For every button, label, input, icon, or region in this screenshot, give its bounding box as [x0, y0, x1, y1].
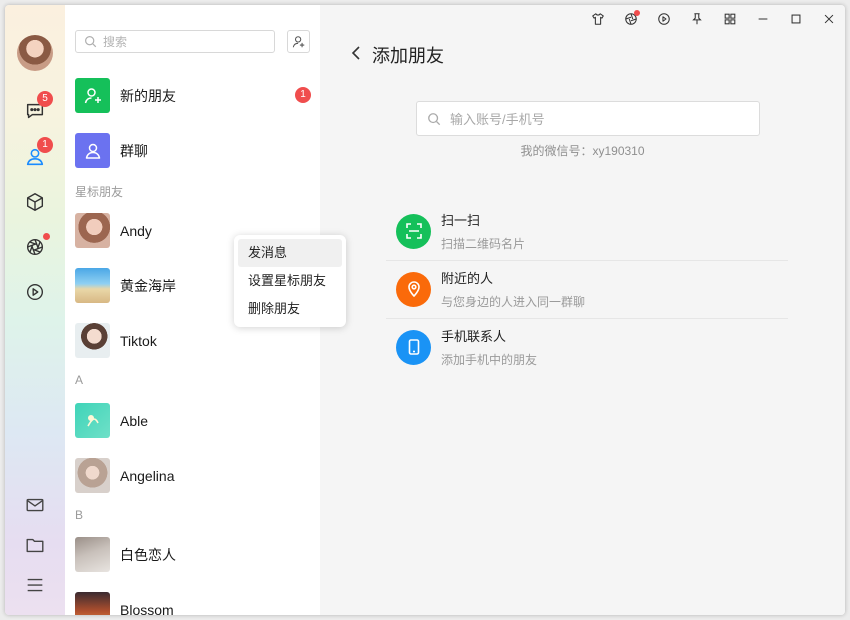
option-subtitle: 与您身边的人进入同一群聊 — [441, 295, 586, 309]
chat-icon[interactable]: 5 — [23, 91, 53, 123]
option-scan[interactable]: 扫一扫 扫描二维码名片 — [386, 202, 788, 261]
menu-send-message[interactable]: 发消息 — [238, 239, 342, 267]
account-search-placeholder: 输入账号/手机号 — [450, 112, 545, 127]
moments-dot — [634, 10, 640, 16]
cube-icon[interactable] — [23, 190, 47, 214]
video-icon[interactable] — [23, 280, 47, 304]
contact-name: 白色恋人 — [120, 546, 176, 563]
new-friends-badge: 1 — [295, 87, 311, 103]
search-icon — [85, 36, 97, 48]
skin-icon[interactable] — [581, 5, 614, 33]
mini-programs-icon[interactable] — [713, 5, 746, 33]
nav-rail: 5 1 — [5, 5, 65, 615]
avatar — [75, 458, 110, 493]
chat-badge: 5 — [37, 91, 53, 107]
contact-row-blossom[interactable]: Blossom — [65, 582, 320, 615]
add-friend-panel: 添加朋友 输入账号/手机号 我的微信号：xy190310 扫一扫 扫描二维码名片… — [320, 5, 845, 615]
page-title: 添加朋友 — [372, 46, 444, 66]
title-bar-controls — [581, 5, 845, 33]
avatar — [75, 537, 110, 572]
play-icon[interactable] — [647, 5, 680, 33]
option-subtitle: 添加手机中的朋友 — [441, 353, 538, 367]
add-contact-button[interactable] — [287, 30, 310, 53]
group-chat-icon — [75, 133, 110, 168]
search-icon — [428, 112, 441, 125]
contact-name: Able — [120, 412, 149, 429]
avatar — [75, 592, 110, 615]
moments-icon[interactable] — [614, 5, 647, 33]
contact-search-input[interactable]: 搜索 — [75, 30, 275, 53]
chevron-left-icon — [351, 46, 360, 60]
scan-icon — [396, 213, 431, 249]
menu-delete-friend[interactable]: 删除朋友 — [238, 295, 342, 323]
option-phone-contacts[interactable]: 手机联系人 添加手机中的朋友 — [386, 318, 788, 376]
option-nearby[interactable]: 附近的人 与您身边的人进入同一群聊 — [386, 260, 788, 319]
contact-name: Andy — [120, 222, 152, 239]
contact-name: Blossom — [120, 601, 174, 616]
group-chat-item[interactable]: 群聊 — [65, 123, 320, 178]
moments-icon[interactable] — [23, 233, 50, 259]
my-wechat-id: 我的微信号：xy190310 — [520, 144, 645, 158]
mail-icon[interactable] — [23, 493, 47, 517]
location-pin-icon — [396, 271, 431, 307]
section-header-a: A — [75, 373, 84, 387]
option-title: 手机联系人 — [441, 329, 507, 344]
moments-dot — [43, 233, 50, 240]
section-header-b: B — [75, 508, 84, 522]
avatar — [75, 323, 110, 358]
contact-name: Tiktok — [120, 332, 157, 349]
contact-row-able[interactable]: Able — [65, 393, 320, 448]
account-search-input[interactable]: 输入账号/手机号 — [416, 101, 760, 136]
back-button[interactable] — [348, 41, 364, 65]
new-friends-icon — [75, 78, 110, 113]
user-avatar[interactable] — [17, 35, 53, 71]
contact-search-placeholder: 搜索 — [103, 35, 128, 49]
add-person-icon — [292, 35, 304, 47]
maximize-icon[interactable] — [779, 5, 812, 33]
option-title: 扫一扫 — [441, 213, 481, 228]
folder-icon[interactable] — [23, 533, 47, 557]
avatar — [75, 213, 110, 248]
contacts-badge: 1 — [37, 137, 53, 153]
contacts-icon[interactable]: 1 — [23, 137, 53, 169]
group-chat-label: 群聊 — [120, 142, 148, 159]
section-header-starred: 星标朋友 — [75, 185, 124, 199]
new-friends-item[interactable]: 新的朋友 1 — [65, 68, 320, 123]
close-icon[interactable] — [812, 5, 845, 33]
contact-name: Angelina — [120, 467, 175, 484]
option-title: 附近的人 — [441, 271, 494, 286]
minimize-icon[interactable] — [746, 5, 779, 33]
contact-row-white-lover[interactable]: 白色恋人 — [65, 527, 320, 582]
menu-set-starred[interactable]: 设置星标朋友 — [238, 267, 342, 295]
contact-context-menu: 发消息 设置星标朋友 删除朋友 — [234, 235, 346, 327]
menu-icon[interactable] — [23, 573, 47, 597]
app-window: 5 1 搜索 新的朋友 1 群聊 星标朋友 Andy 黄金海岸 Tiktok A… — [5, 5, 845, 615]
avatar — [75, 403, 110, 438]
pin-icon[interactable] — [680, 5, 713, 33]
option-subtitle: 扫描二维码名片 — [441, 237, 526, 251]
contact-row-angelina[interactable]: Angelina — [65, 448, 320, 503]
avatar — [75, 268, 110, 303]
contact-name: 黄金海岸 — [120, 277, 176, 294]
phone-icon — [396, 329, 431, 365]
new-friends-label: 新的朋友 — [120, 87, 176, 104]
